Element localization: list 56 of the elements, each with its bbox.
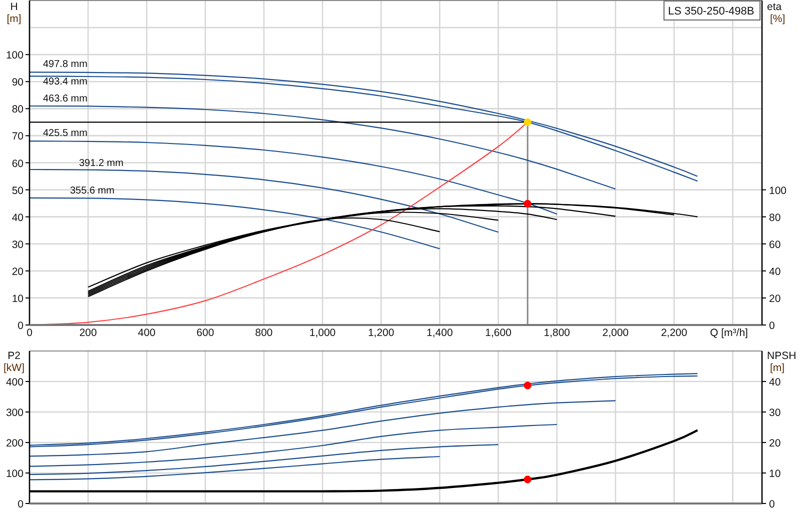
axis-tick-label: 2,000 — [602, 327, 629, 339]
axis-tick-label: 1,200 — [368, 327, 394, 339]
axis-tick-label: 0 — [769, 498, 775, 510]
axis-unit: [%] — [770, 13, 786, 25]
curve-label: 425.5 mm — [43, 128, 88, 140]
axis-title: H — [10, 1, 18, 13]
axis-tick-label: 0 — [18, 498, 24, 510]
axis-tick-label: 1,000 — [309, 327, 336, 339]
axis-tick-label: 300 — [6, 407, 24, 419]
axis-tick-label: 40 — [769, 376, 781, 388]
axis-tick-label: 60 — [769, 238, 781, 251]
axis-tick-label: 0 — [26, 327, 32, 339]
curve-label: 493.4 mm — [43, 76, 88, 88]
curve-label: 497.8 mm — [43, 59, 88, 70]
axis-tick-label: 100 — [6, 50, 24, 62]
axis-unit: [kW] — [4, 362, 24, 374]
axis-tick-label: 40 — [12, 212, 24, 224]
axis-tick-label: 800 — [255, 327, 273, 339]
curve-label: 391.2 mm — [79, 158, 124, 169]
axis-tick-label: 100 — [769, 184, 787, 197]
axis-tick-label: 10 — [769, 468, 781, 480]
axis-tick-label: 60 — [12, 158, 24, 170]
axis-tick-label: 70 — [12, 130, 24, 143]
axis-tick-label: 1,400 — [426, 327, 453, 339]
axis-tick-label: 0 — [769, 320, 775, 332]
axis-tick-label: 20 — [12, 266, 24, 278]
axis-tick-label: 30 — [12, 238, 24, 251]
axis-tick-label: 20 — [769, 292, 781, 305]
axis-tick-label: 80 — [769, 212, 781, 224]
axis-tick-label: 20 — [769, 438, 781, 450]
axis-title: Q [m³/h] — [710, 327, 748, 339]
axis-tick-label: 100 — [6, 468, 24, 480]
axis-title: P2 — [8, 350, 20, 362]
axis-unit: [m] — [770, 362, 785, 374]
axis-tick-label: 30 — [769, 407, 781, 419]
axis-tick-label: 1,600 — [485, 327, 512, 339]
axis-title: NPSH — [767, 350, 796, 362]
axis-tick-label: 80 — [12, 104, 24, 116]
chart-title: LS 350-250-498B — [668, 6, 754, 18]
axis-tick-label: 0 — [18, 320, 24, 332]
axis-tick-label: 90 — [12, 76, 24, 89]
curve-label: 463.6 mm — [43, 93, 88, 104]
axis-tick-label: 400 — [6, 376, 24, 388]
axis-tick-label: 50 — [12, 184, 24, 197]
axis-title: eta — [767, 1, 782, 13]
axis-tick-label: 200 — [6, 438, 24, 450]
axis-tick-label: 40 — [769, 266, 781, 278]
axis-tick-label: 2,200 — [660, 327, 688, 339]
axis-tick-label: 200 — [79, 327, 97, 339]
axis-tick-label: 1,800 — [544, 327, 570, 339]
axis-tick-label: 600 — [196, 327, 214, 339]
model-label: LS 350-250-498B — [664, 0, 760, 20]
axis-unit: [m] — [6, 13, 22, 25]
curve-label: 355.6 mm — [70, 185, 114, 196]
axis-tick-label: 10 — [12, 292, 24, 305]
axis-tick-label: 400 — [138, 327, 156, 339]
